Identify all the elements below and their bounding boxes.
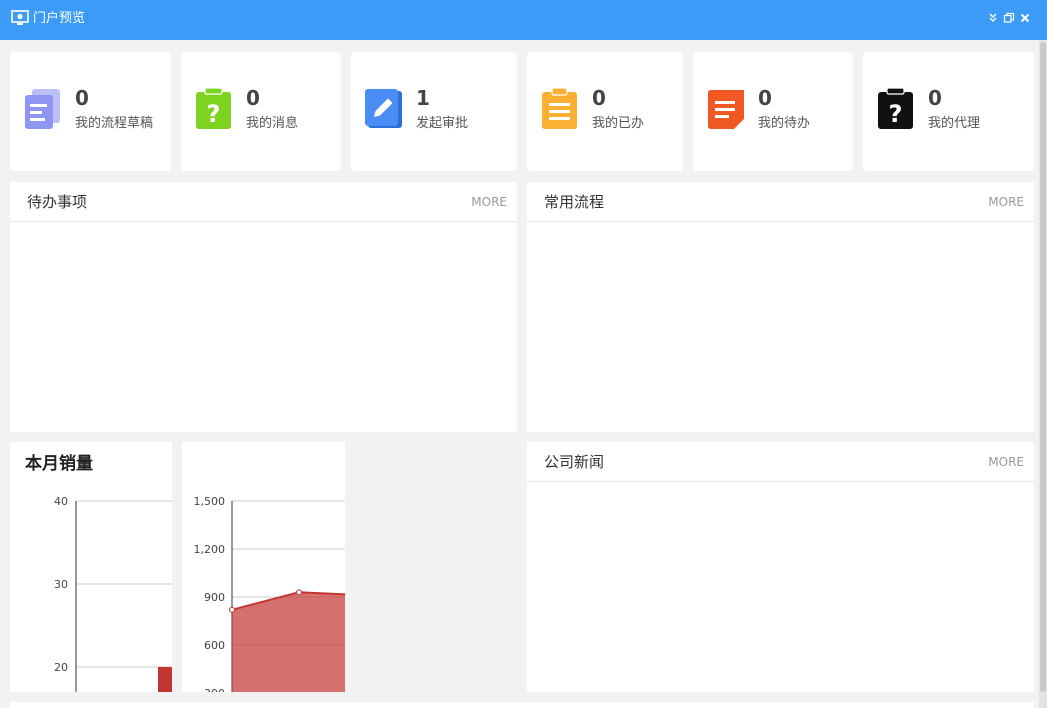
y-tick-label: 900 <box>204 591 225 604</box>
bar-chart: 40 30 20 <box>54 495 172 692</box>
clipboard-list-icon <box>542 88 577 129</box>
stat-value: 0 <box>592 86 606 110</box>
area-chart-panel: 1,500 1,200 900 600 300 <box>182 442 345 692</box>
stat-value: 0 <box>246 86 260 110</box>
common-process-panel: 常用流程 MORE <box>527 182 1034 432</box>
panel-title: 常用流程 <box>544 193 605 211</box>
stat-value: 0 <box>75 86 89 110</box>
y-tick-label: 1,500 <box>194 495 226 508</box>
y-tick-label: 40 <box>54 495 68 508</box>
area-chart: 1,500 1,200 900 600 300 <box>194 495 345 692</box>
y-tick-label: 30 <box>54 578 68 591</box>
window-title: 门户预览 <box>33 11 86 26</box>
stat-card-done[interactable]: 0 我的已办 <box>527 52 683 171</box>
panel-header: 公司新闻 MORE <box>527 442 1034 482</box>
stat-label: 发起审批 <box>416 116 469 131</box>
stat-card-drafts[interactable]: 0 我的流程草稿 <box>10 52 171 171</box>
panel-header: 待办事项 MORE <box>10 182 517 222</box>
restore-icon[interactable] <box>1003 12 1015 24</box>
todo-panel: 待办事项 MORE <box>10 182 517 432</box>
bar <box>158 667 172 692</box>
stat-label: 我的代理 <box>928 116 981 131</box>
data-point <box>296 589 302 596</box>
window-titlebar: 门户预览 <box>0 0 1047 40</box>
y-tick-label: 1,200 <box>194 543 226 556</box>
portal-monitor-icon <box>11 10 29 25</box>
question-clipboard-icon: ? <box>878 88 913 129</box>
edit-book-icon <box>365 89 402 128</box>
area-fill <box>232 592 345 692</box>
bottom-panel-edge <box>10 702 1034 708</box>
stat-card-start-approval[interactable]: 1 发起审批 <box>351 52 517 171</box>
stat-card-messages[interactable]: ? 0 我的消息 <box>181 52 341 171</box>
y-tick-label: 20 <box>54 661 68 674</box>
stat-card-proxy[interactable]: ? 0 我的代理 <box>863 52 1034 171</box>
y-tick-label: 300 <box>204 687 225 692</box>
y-tick-label: 600 <box>204 639 225 652</box>
stat-value: 0 <box>928 86 942 110</box>
panel-header: 常用流程 MORE <box>527 182 1034 222</box>
note-lines-icon <box>708 90 744 129</box>
stat-card-todo[interactable]: 0 我的待办 <box>693 52 853 171</box>
stat-value: 1 <box>416 86 430 110</box>
svg-text:?: ? <box>889 100 903 128</box>
stat-label: 我的待办 <box>758 116 811 131</box>
stat-value: 0 <box>758 86 772 110</box>
scrollbar-thumb[interactable] <box>1040 42 1046 692</box>
close-icon[interactable] <box>1019 12 1031 24</box>
stat-label: 我的流程草稿 <box>75 116 154 131</box>
chevrons-down-icon[interactable] <box>987 12 999 24</box>
stat-label: 我的已办 <box>592 116 645 131</box>
stat-label: 我的消息 <box>246 116 299 131</box>
question-clipboard-icon: ? <box>196 88 231 129</box>
monthly-sales-chart-panel: 本月销量 40 30 20 <box>10 442 172 692</box>
more-link[interactable]: MORE <box>988 195 1024 209</box>
company-news-panel: 公司新闻 MORE <box>527 442 1034 692</box>
panel-title: 待办事项 <box>27 193 88 211</box>
draft-documents-icon <box>25 89 60 129</box>
data-point <box>229 606 235 613</box>
svg-text:?: ? <box>207 100 221 128</box>
panel-title: 公司新闻 <box>544 453 605 471</box>
more-link[interactable]: MORE <box>471 195 507 209</box>
more-link[interactable]: MORE <box>988 455 1024 469</box>
